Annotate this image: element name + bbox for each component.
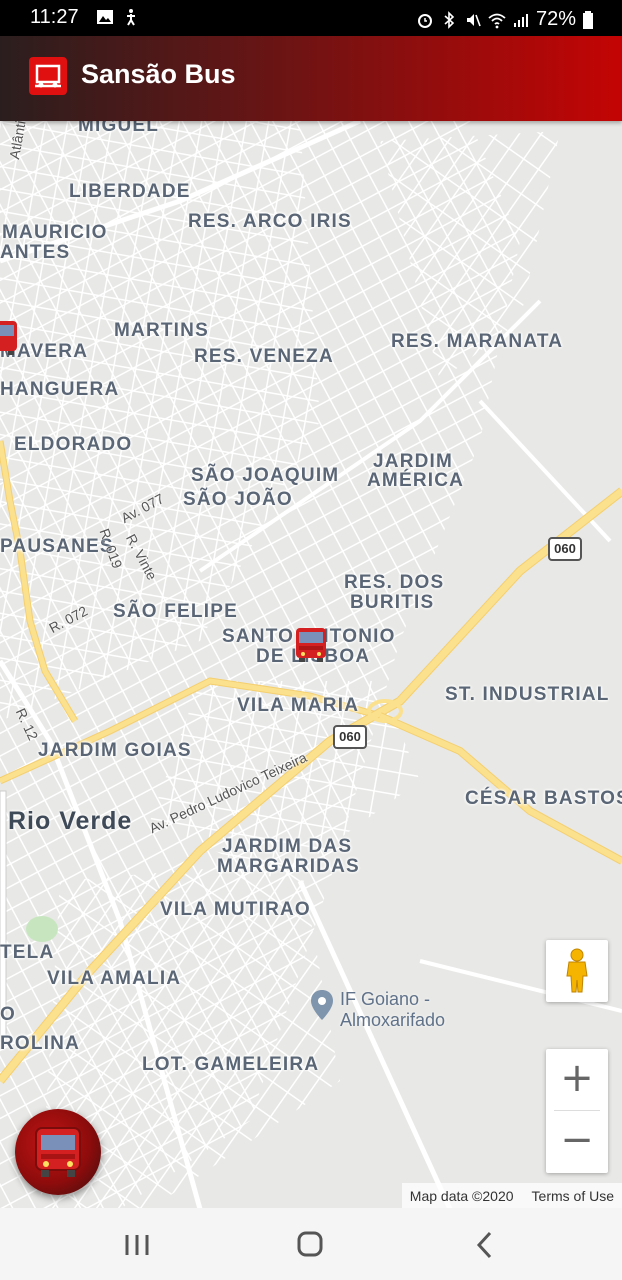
neighborhood-label: MARTINS xyxy=(114,320,209,341)
status-time: 11:27 xyxy=(30,6,79,28)
bus-icon xyxy=(35,1127,81,1177)
neighborhood-label: RES. VENEZA xyxy=(194,346,334,367)
home-icon[interactable] xyxy=(290,1228,330,1262)
neighborhood-label: LIBERDADE xyxy=(69,181,191,202)
app-title: Sansão Bus xyxy=(81,59,236,89)
neighborhood-label: SÃO JOÃO xyxy=(183,489,293,510)
neighborhood-label: ROLINA xyxy=(0,1033,81,1054)
signal-icon xyxy=(513,13,528,27)
status-bar: 11:27 72% xyxy=(0,0,622,36)
street-view-button[interactable] xyxy=(546,940,608,1002)
poi-label-line2: Almoxarifado xyxy=(340,1010,446,1030)
accessibility-icon xyxy=(127,9,135,26)
neighborhood-label: CÉSAR BASTOS xyxy=(465,788,622,809)
neighborhood-label: VILA AMALIA xyxy=(47,968,182,989)
bus-marker-icon[interactable] xyxy=(0,319,18,355)
zoom-controls: + − xyxy=(546,1049,608,1173)
battery-icon xyxy=(583,10,593,29)
zoom-out-button[interactable]: − xyxy=(546,1111,608,1173)
gallery-icon xyxy=(97,10,113,24)
pegman-icon xyxy=(566,948,588,993)
neighborhood-label: RES. DOS xyxy=(344,572,445,593)
map-view[interactable]: MIGUEL LIBERDADE RES. ARCO IRIS MAURICIO… xyxy=(0,121,622,1209)
neighborhood-label: MARGARIDAS xyxy=(217,856,360,877)
neighborhood-label: LOT. GAMELEIRA xyxy=(142,1054,320,1075)
bus-fab-button[interactable] xyxy=(15,1109,101,1195)
map-attribution: Map data ©2020 Terms of Use xyxy=(401,1183,622,1209)
poi-label[interactable]: IF Goiano - Almoxarifado xyxy=(340,989,445,1031)
neighborhood-label: HANGUERA xyxy=(0,379,120,400)
neighborhood-label: BURITIS xyxy=(350,592,435,613)
battery-percent: 72% xyxy=(535,8,576,30)
mute-icon xyxy=(466,13,481,26)
neighborhood-label: TELA xyxy=(0,942,55,963)
location-pin-icon[interactable] xyxy=(311,990,333,1020)
system-nav-bar xyxy=(0,1208,622,1280)
city-label: Rio Verde xyxy=(8,807,133,835)
bus-marker-icon[interactable] xyxy=(295,626,327,662)
neighborhood-label: PAUSANES xyxy=(0,536,114,557)
highway-shield: 060 xyxy=(333,725,367,749)
zoom-in-button[interactable]: + xyxy=(546,1049,608,1111)
neighborhood-label: MAURICIO xyxy=(2,222,108,243)
neighborhood-label: ST. INDUSTRIAL xyxy=(445,684,610,705)
neighborhood-label: VILA MARIA xyxy=(237,695,360,716)
terms-of-use-link[interactable]: Terms of Use xyxy=(532,1188,614,1204)
neighborhood-label: RES. ARCO IRIS xyxy=(188,211,352,232)
back-icon[interactable] xyxy=(464,1228,504,1262)
neighborhood-label: JARDIM DAS xyxy=(222,836,353,857)
wifi-icon xyxy=(488,13,506,28)
neighborhood-label: ELDORADO xyxy=(14,434,133,455)
neighborhood-label: ANTES xyxy=(0,242,71,263)
neighborhood-label: AMÉRICA xyxy=(367,470,465,491)
neighborhood-label: SÃO FELIPE xyxy=(113,601,238,622)
recent-apps-icon[interactable] xyxy=(117,1228,157,1262)
neighborhood-label: JARDIM GOIAS xyxy=(38,740,192,761)
neighborhood-label: O xyxy=(0,1004,16,1025)
poi-label-line1: IF Goiano - xyxy=(340,989,431,1009)
neighborhood-label: RES. MARANATA xyxy=(391,331,564,352)
alarm-icon xyxy=(417,13,432,28)
app-bar: Sansão Bus xyxy=(0,36,622,121)
neighborhood-label: MIGUEL xyxy=(78,121,160,136)
bus-logo-icon xyxy=(29,57,67,95)
map-data-text: Map data ©2020 xyxy=(409,1188,514,1204)
highway-shield: 060 xyxy=(548,537,582,561)
neighborhood-label: VILA MUTIRAO xyxy=(160,899,311,920)
neighborhood-label: SÃO JOAQUIM xyxy=(191,465,340,486)
bluetooth-icon xyxy=(444,10,455,29)
